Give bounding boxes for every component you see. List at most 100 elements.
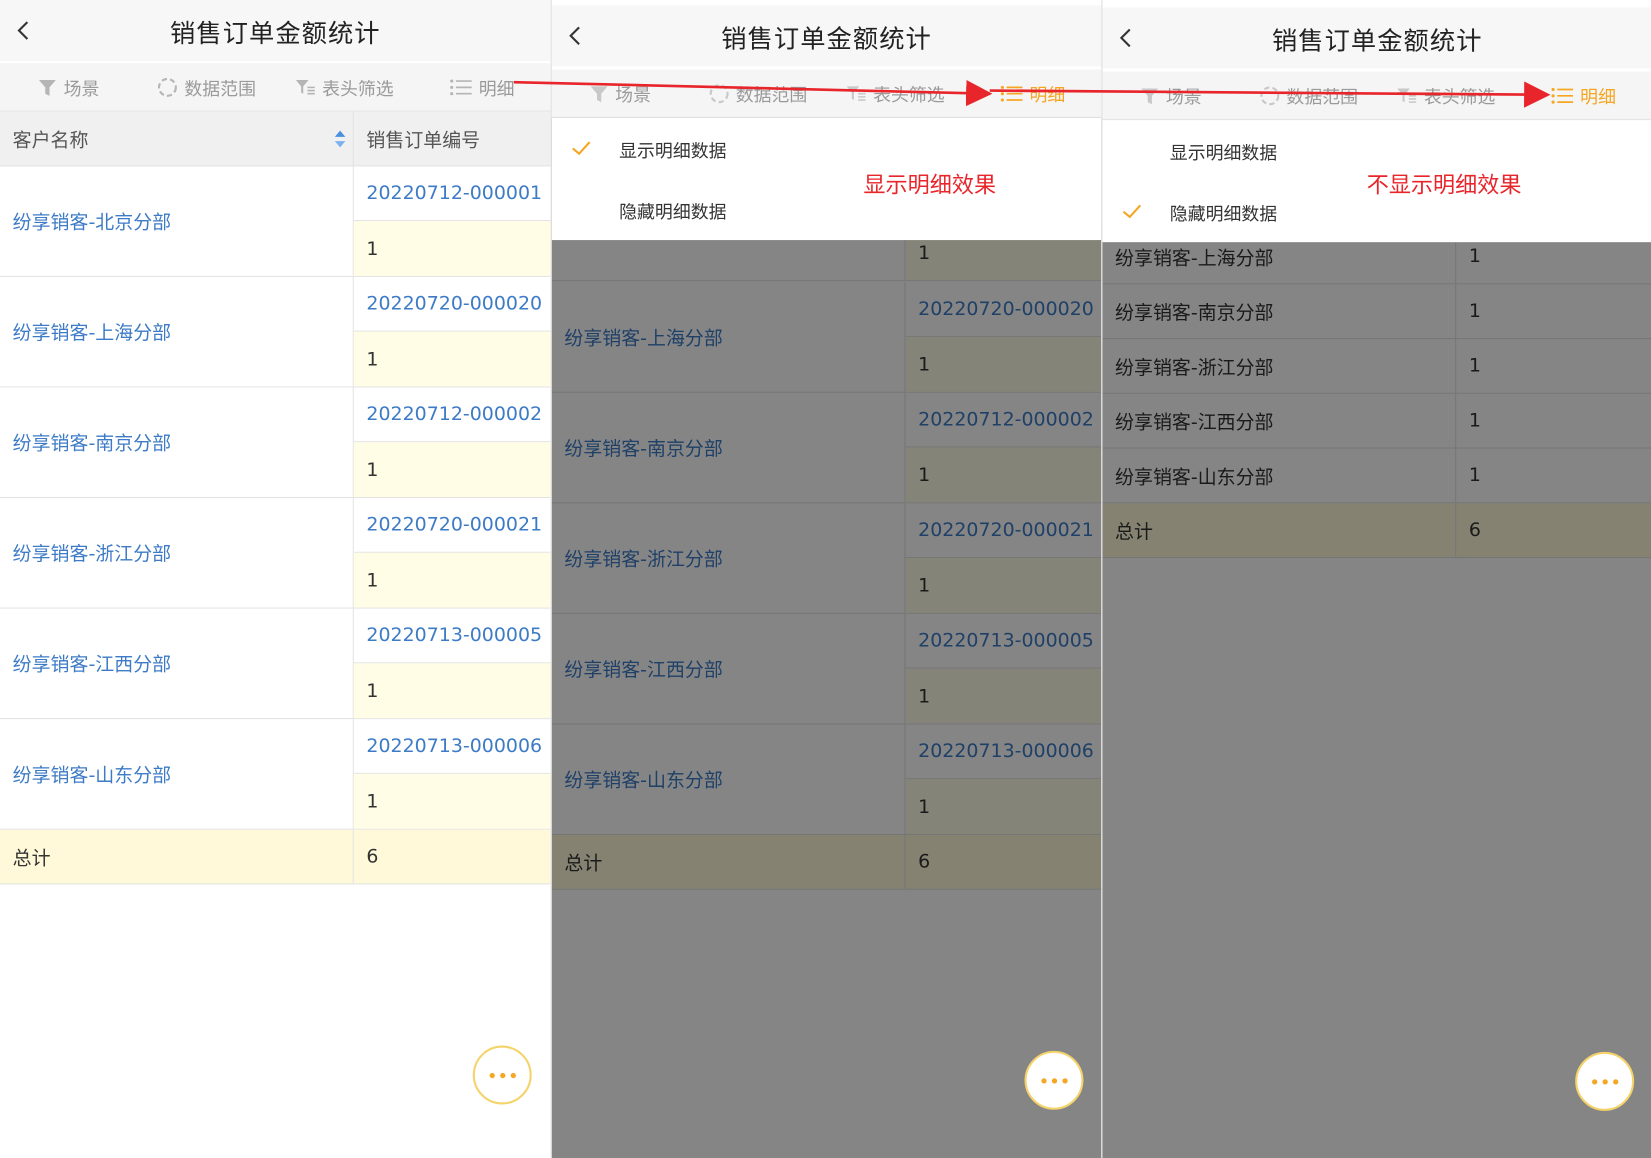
tab-header-filter-label: 表头筛选 — [1423, 87, 1496, 109]
toolbar: 场景 数据范围 表头筛选 明细 — [551, 69, 1102, 118]
tab-header-filter-label: 表头筛选 — [873, 85, 945, 107]
tab-detail-label: 明细 — [1029, 85, 1066, 107]
customer-cell[interactable]: 纷享销客-南京分部 — [0, 387, 354, 497]
header-filter-icon — [295, 79, 315, 94]
header-filter-icon — [846, 85, 866, 101]
tab-detail[interactable]: 明细 — [1515, 82, 1651, 108]
tab-scene[interactable]: 场景 — [0, 74, 138, 100]
amount-cell: 1 — [353, 331, 551, 387]
option-hide-detail-label: 隐藏明细数据 — [619, 201, 727, 223]
screen-default: 销售订单金额统计 场景 数据范围 表头筛选 明细 客户名称 销售订单编号 纷享销… — [0, 0, 551, 1158]
table-row: 纷享销客-山东分部 20220713-000006 1 — [0, 719, 551, 830]
funnel-icon — [1141, 87, 1159, 104]
table-row: 纷享销客-北京分部 20220712-000001 1 — [0, 166, 551, 277]
order-number-cell[interactable]: 20220713-000005 — [353, 609, 551, 664]
tab-scene[interactable]: 场景 — [552, 80, 689, 106]
back-arrow-icon[interactable] — [1117, 28, 1136, 48]
tab-scene-label: 场景 — [63, 78, 100, 101]
tab-detail[interactable]: 明细 — [964, 80, 1101, 106]
amount-cell: 1 — [353, 663, 551, 719]
tab-data-range[interactable]: 数据范围 — [1240, 82, 1377, 108]
more-button[interactable] — [472, 1045, 532, 1105]
list-icon — [1000, 85, 1023, 102]
tab-data-range-label: 数据范围 — [1286, 87, 1359, 109]
sort-icon[interactable] — [334, 129, 347, 148]
amount-cell: 1 — [353, 221, 551, 276]
toolbar: 场景 数据范围 表头筛选 明细 — [1102, 71, 1651, 121]
total-value: 6 — [366, 845, 379, 868]
customer-cell[interactable]: 纷享销客-江西分部 — [0, 608, 354, 719]
screen-hide-detail: 销售订单金额统计 场景 数据范围 表头筛选 明细 纷享销客-上海分部 1 纷享销… — [1101, 0, 1651, 1158]
table-row: 纷享销客-江西分部 20220713-000005 1 — [0, 608, 551, 720]
tab-data-range[interactable]: 数据范围 — [138, 74, 276, 100]
nav-bar: 销售订单金额统计 — [1102, 7, 1651, 69]
order-number-cell[interactable]: 20220720-000020 — [353, 277, 551, 332]
option-hide-detail-label: 隐藏明细数据 — [1169, 203, 1278, 225]
screen-show-detail: 销售订单金额统计 场景 数据范围 表头筛选 明细 1 纷享销客-上海分部 202… — [550, 0, 1102, 1158]
table-row: 纷享销客-上海分部 20220720-000020 1 — [0, 276, 551, 388]
table-row: 纷享销客-浙江分部 20220720-000021 1 — [0, 498, 551, 609]
table-row: 纷享销客-南京分部 20220712-000002 1 — [0, 387, 551, 499]
more-button[interactable] — [1575, 1051, 1635, 1111]
option-hide-detail[interactable]: 隐藏明细数据 — [552, 179, 1102, 240]
back-arrow-icon[interactable] — [15, 21, 34, 40]
check-icon — [572, 141, 591, 156]
comparison-canvas: 销售订单金额统计 场景 数据范围 表头筛选 明细 客户名称 销售订单编号 纷享销… — [0, 0, 1651, 1158]
order-number-cell[interactable]: 20220712-000001 — [353, 166, 551, 222]
header-filter-icon — [1397, 87, 1417, 103]
option-show-detail[interactable]: 显示明细数据 — [552, 118, 1102, 179]
more-button[interactable] — [1024, 1050, 1084, 1110]
column-header-customer-label: 客户名称 — [12, 128, 89, 152]
tab-scene-label: 场景 — [1165, 87, 1202, 109]
amount-cell: 1 — [353, 773, 551, 829]
column-header-order-no-label: 销售订单编号 — [366, 128, 481, 152]
tab-header-filter[interactable]: 表头筛选 — [1377, 82, 1514, 108]
toolbar: 场景 数据范围 表头筛选 明细 — [0, 63, 551, 112]
list-icon — [1551, 87, 1573, 104]
option-show-detail-label: 显示明细数据 — [1169, 142, 1278, 164]
tab-data-range-label: 数据范围 — [735, 85, 808, 107]
dim-overlay[interactable] — [1102, 120, 1651, 1158]
tab-header-filter[interactable]: 表头筛选 — [275, 74, 413, 100]
check-icon — [1122, 204, 1142, 219]
detail-dropdown: 显示明细数据 隐藏明细数据 — [551, 117, 1102, 241]
tab-data-range[interactable]: 数据范围 — [689, 80, 826, 106]
circle-range-icon — [158, 77, 178, 97]
annotation-hide-effect: 不显示明细效果 — [1366, 172, 1522, 198]
order-number-cell[interactable]: 20220720-000021 — [353, 498, 551, 553]
funnel-icon — [39, 79, 57, 96]
back-arrow-icon[interactable] — [566, 26, 585, 45]
customer-cell[interactable]: 纷享销客-山东分部 — [0, 719, 354, 829]
amount-cell: 1 — [353, 552, 551, 608]
tab-scene[interactable]: 场景 — [1102, 82, 1239, 108]
page-title: 销售订单金额统计 — [721, 23, 932, 54]
nav-bar: 销售订单金额统计 — [0, 0, 551, 62]
tab-data-range-label: 数据范围 — [184, 78, 256, 101]
total-label: 总计 — [0, 829, 354, 884]
page-title: 销售订单金额统计 — [1271, 25, 1483, 56]
tab-scene-label: 场景 — [615, 85, 651, 107]
column-header-order-no[interactable]: 销售订单编号 — [354, 112, 551, 166]
order-number-cell[interactable]: 20220713-000006 — [353, 719, 551, 774]
table-header: 客户名称 销售订单编号 — [0, 111, 551, 167]
circle-range-icon — [709, 83, 729, 103]
nav-bar: 销售订单金额统计 — [551, 5, 1102, 67]
dim-overlay[interactable] — [551, 117, 1102, 1158]
circle-range-icon — [1260, 85, 1280, 105]
option-show-detail-label: 显示明细数据 — [619, 140, 727, 162]
tab-detail[interactable]: 明细 — [413, 74, 551, 100]
tab-detail-label: 明细 — [478, 78, 515, 101]
funnel-icon — [590, 85, 608, 102]
amount-cell: 1 — [353, 442, 551, 497]
customer-cell[interactable]: 纷享销客-北京分部 — [0, 166, 354, 276]
customer-cell[interactable]: 纷享销客-上海分部 — [0, 276, 354, 387]
annotation-show-effect: 显示明细效果 — [863, 172, 997, 198]
list-icon — [449, 78, 472, 95]
column-header-customer[interactable]: 客户名称 — [0, 111, 354, 166]
total-row: 总计 6 — [0, 829, 551, 885]
tab-header-filter[interactable]: 表头筛选 — [827, 80, 964, 106]
order-number-cell[interactable]: 20220712-000002 — [353, 387, 551, 443]
customer-cell[interactable]: 纷享销客-浙江分部 — [0, 498, 354, 608]
tab-detail-label: 明细 — [1580, 87, 1616, 109]
tab-header-filter-label: 表头筛选 — [322, 78, 394, 101]
